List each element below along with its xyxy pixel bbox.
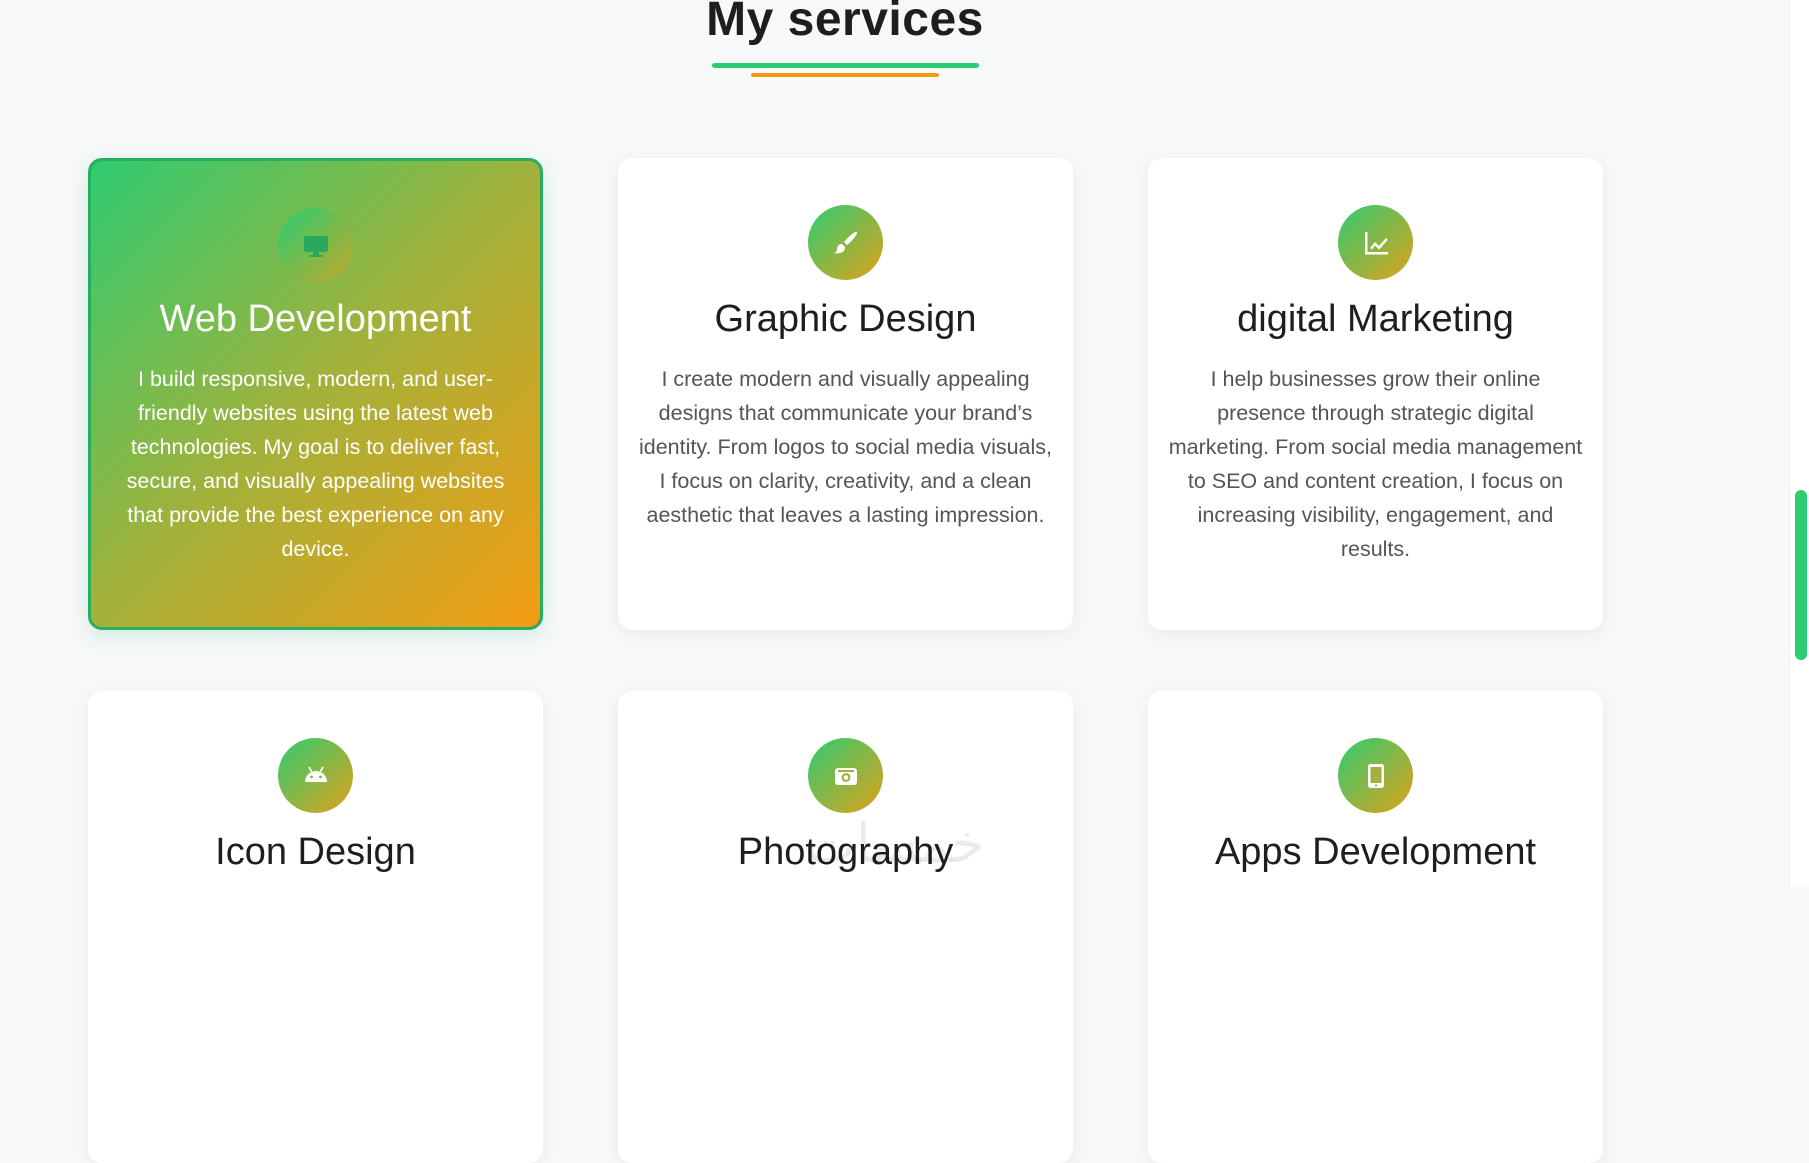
monitor-icon <box>278 208 353 283</box>
vertical-scrollbar[interactable] <box>1789 0 1809 887</box>
service-card-apps-development[interactable]: Apps Development <box>1148 691 1603 1163</box>
tablet-icon <box>1338 738 1413 813</box>
service-title: Graphic Design <box>714 298 977 340</box>
service-title: digital Marketing <box>1237 298 1514 340</box>
android-icon <box>278 738 353 813</box>
title-underline-green <box>712 63 979 68</box>
service-card-graphic-design[interactable]: Graphic Design I create modern and visua… <box>618 158 1073 630</box>
paint-brush-icon <box>808 205 883 280</box>
service-card-icon-design[interactable]: Icon Design <box>88 691 543 1163</box>
service-card-photography[interactable]: Photography <box>618 691 1073 1163</box>
camera-icon <box>808 738 883 813</box>
section-title: My services <box>706 0 984 46</box>
service-title: Apps Development <box>1214 831 1537 873</box>
watermark-logo: خمسات <box>805 812 986 875</box>
services-section: My services Web Development I build resp… <box>0 0 1790 1163</box>
service-card-web-development[interactable]: Web Development I build responsive, mode… <box>88 158 543 630</box>
service-card-digital-marketing[interactable]: digital Marketing I help businesses grow… <box>1148 158 1603 630</box>
service-description: I create modern and visually appealing d… <box>638 367 1053 527</box>
service-title: Web Development <box>159 298 472 340</box>
service-title: Icon Design <box>215 831 416 873</box>
title-underline-orange <box>751 73 939 77</box>
line-chart-icon <box>1338 205 1413 280</box>
service-description: I build responsive, modern, and user-fri… <box>126 367 505 561</box>
service-description: I help businesses grow their online pres… <box>1168 367 1583 561</box>
scrollbar-thumb[interactable] <box>1795 490 1807 660</box>
